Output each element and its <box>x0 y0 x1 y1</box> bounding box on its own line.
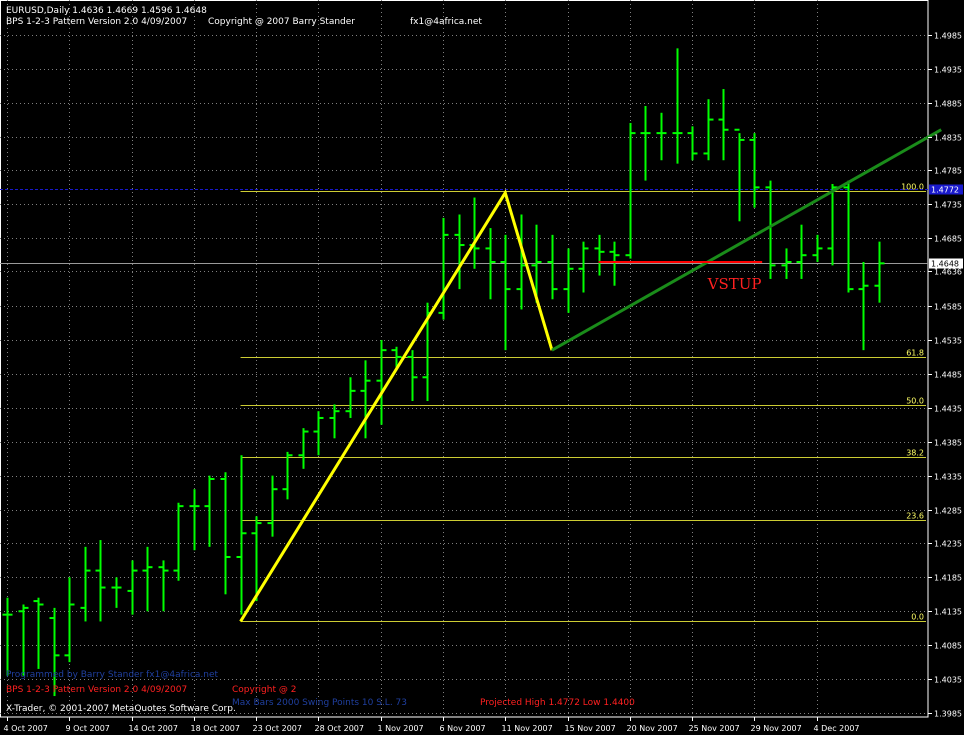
chart-symbol-header: EURUSD,Daily 1.4636 1.4669 1.4596 1.4648 <box>6 6 207 16</box>
footer-stats-text: Max Bars 2000 Swing Points 10 S.L. 73 <box>232 698 407 708</box>
time-tick-label: 23 Oct 2007 <box>253 724 302 733</box>
time-tick-label: 25 Nov 2007 <box>689 724 740 733</box>
fib-level-label: 61.8 <box>906 349 924 358</box>
time-tick-label: 6 Nov 2007 <box>440 724 486 733</box>
price-tick-label: 1.4285 <box>934 507 962 516</box>
time-tick-label: 20 Nov 2007 <box>627 724 678 733</box>
price-tick-label: 1.4885 <box>934 100 962 109</box>
fib-level-label: 100.0 <box>901 183 924 192</box>
price-tick-label: 1.4985 <box>934 32 962 41</box>
price-tick-label: 1.4135 <box>934 608 962 617</box>
time-tick-label: 1 Nov 2007 <box>378 724 424 733</box>
fib-level-label: 0.0 <box>911 613 924 622</box>
watermark-text: Programmed by Barry Stander fx1@4africa.… <box>6 670 219 680</box>
fib-level-label: 38.2 <box>906 449 924 458</box>
time-tick-label: 4 Dec 2007 <box>814 724 860 733</box>
time-tick-label: 11 Nov 2007 <box>502 724 553 733</box>
price-tick-label: 1.3985 <box>934 710 962 719</box>
price-tick-label: 1.4785 <box>934 167 962 176</box>
price-tick-label: 1.4685 <box>934 235 962 244</box>
vstup-annotation: VSTUP <box>707 275 762 293</box>
time-tick-label: 29 Nov 2007 <box>751 724 802 733</box>
footer-copyright-text: Copyright @ 2 <box>232 685 296 695</box>
time-tick-label: 4 Oct 2007 <box>4 724 48 733</box>
price-tick-label: 1.4235 <box>934 540 962 549</box>
price-chart[interactable]: 100.061.850.038.223.60.0 1.47721.4648 1.… <box>0 0 964 735</box>
price-tick-label: 1.4185 <box>934 574 962 583</box>
indicator-header: BPS 1-2-3 Pattern Version 2.0 4/09/2007 <box>6 17 187 27</box>
copyright-header: Copyright @ 2007 Barry Stander <box>208 17 355 27</box>
price-tick-label: 1.4335 <box>934 473 962 482</box>
price-tick-label: 1.4835 <box>934 134 962 143</box>
platform-copyright: X-Trader, © 2001-2007 MetaQuotes Softwar… <box>6 704 236 714</box>
time-tick-label: 9 Oct 2007 <box>66 724 110 733</box>
price-tick-label: 1.4435 <box>934 405 962 414</box>
price-axis[interactable]: 1.4985 1.4935 1.4885 1.4835 1.4785 1.4735 1.46… <box>928 32 962 719</box>
fib-level-label: 50.0 <box>906 397 924 406</box>
footer-indicator-text: BPS 1-2-3 Pattern Version 2.0 4/09/2007 <box>6 685 187 695</box>
price-tick-label: 1.4585 <box>934 303 962 312</box>
time-tick-label: 14 Oct 2007 <box>129 724 178 733</box>
price-tick-label: 1.4085 <box>934 642 962 651</box>
time-tick-label: 18 Oct 2007 <box>191 724 240 733</box>
projected-levels-text: Projected High 1.4772 Low 1.4400 <box>480 698 635 708</box>
price-tick-label: 1.4636 <box>934 268 962 277</box>
price-tick-label: 1.4485 <box>934 371 962 380</box>
fib-level-label: 23.6 <box>906 512 924 521</box>
high-price-tag-label: 1.4772 <box>931 186 959 195</box>
email-header: fx1@4africa.net <box>410 17 482 27</box>
chart-background <box>0 0 964 735</box>
price-tick-label: 1.4385 <box>934 439 962 448</box>
time-tick-label: 15 Nov 2007 <box>565 724 616 733</box>
price-tick-label: 1.4535 <box>934 337 962 346</box>
price-tick-label: 1.4035 <box>934 676 962 685</box>
price-tick-label: 1.4935 <box>934 66 962 75</box>
time-tick-label: 28 Oct 2007 <box>315 724 364 733</box>
price-tick-label: 1.4735 <box>934 201 962 210</box>
